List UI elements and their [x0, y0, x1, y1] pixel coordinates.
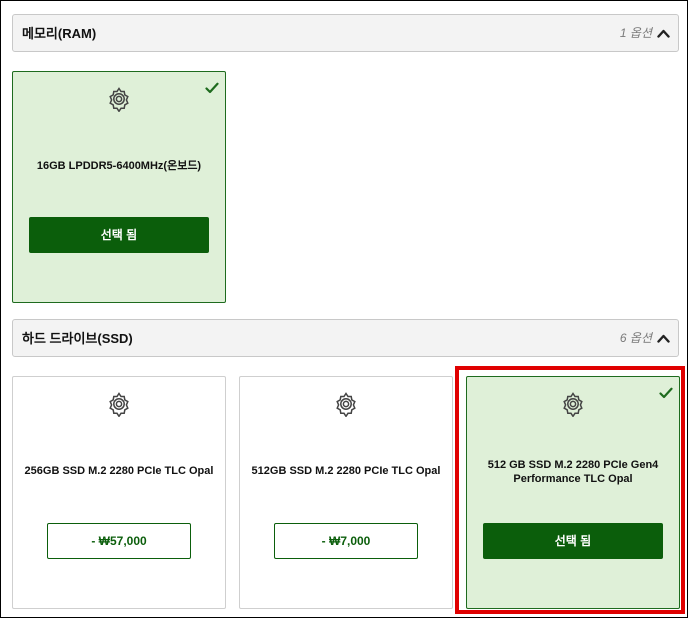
option-count: 6 옵션: [619, 331, 652, 345]
section-title: 하드 드라이브(SSD): [22, 331, 133, 346]
checkmark-icon: [205, 82, 219, 94]
highlight-box: [455, 366, 685, 614]
configurator-panel: 메모리(RAM) 1 옵션 16GB LPDDR5-6400MHz(온보드) 선…: [0, 0, 688, 618]
option-card-ssd-512gb[interactable]: 512GB SSD M.2 2280 PCIe TLC Opal - ₩7,00…: [239, 376, 453, 609]
gear-icon: [109, 87, 129, 112]
section-title: 메모리(RAM): [22, 26, 97, 41]
chevron-up-icon[interactable]: [657, 27, 670, 40]
price-button[interactable]: - ₩7,000: [274, 523, 418, 559]
price-button[interactable]: - ₩57,000: [47, 523, 191, 559]
option-count: 1 옵션: [619, 26, 652, 40]
selected-button[interactable]: 선택 됨: [29, 217, 209, 253]
chevron-up-icon[interactable]: [657, 332, 670, 345]
option-card-ssd-256gb[interactable]: 256GB SSD M.2 2280 PCIe TLC Opal - ₩57,0…: [12, 376, 226, 609]
storage-section-header[interactable]: 하드 드라이브(SSD) 6 옵션: [12, 319, 679, 357]
option-name: 256GB SSD M.2 2280 PCIe TLC Opal: [24, 465, 214, 477]
option-name: 512GB SSD M.2 2280 PCIe TLC Opal: [251, 465, 441, 477]
option-name: 16GB LPDDR5-6400MHz(온보드): [36, 160, 202, 172]
gear-icon: [336, 392, 356, 417]
memory-section-header[interactable]: 메모리(RAM) 1 옵션: [12, 14, 679, 52]
gear-icon: [109, 392, 129, 417]
option-card-memory-16gb[interactable]: 16GB LPDDR5-6400MHz(온보드) 선택 됨: [12, 71, 226, 303]
